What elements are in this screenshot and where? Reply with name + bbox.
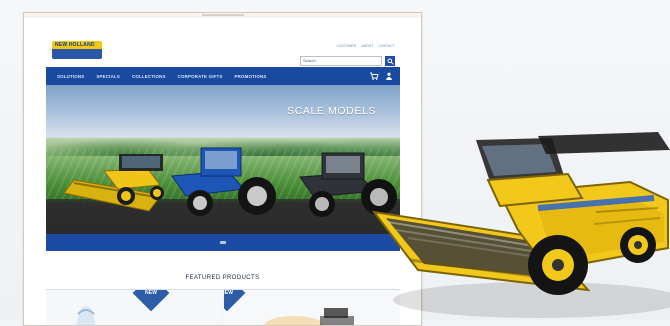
website-screenshot-card: NEW HOLLAND CUSTOMER ABOUT CONTACT Searc… (23, 12, 422, 326)
brand-logo-text: NEW HOLLAND (55, 42, 95, 48)
nav-item-specials[interactable]: SPECIALS (96, 74, 120, 79)
brand-logo[interactable]: NEW HOLLAND (52, 41, 102, 59)
utility-links: CUSTOMER ABOUT CONTACT (336, 44, 395, 48)
account-button[interactable] (384, 71, 394, 81)
util-link-contact[interactable]: CONTACT (378, 44, 395, 48)
product-tile[interactable]: NEW (46, 290, 222, 325)
browser-top-strip (24, 13, 421, 18)
user-icon (386, 72, 392, 80)
new-badge-label: NEW (224, 290, 234, 297)
search-input[interactable]: Search (300, 56, 382, 66)
nav-item-promotions[interactable]: PROMOTIONS (235, 74, 267, 79)
search-button[interactable] (385, 56, 395, 66)
nav-item-collections[interactable]: COLLECTIONS (132, 74, 166, 79)
product-image (76, 306, 96, 325)
util-link-customer[interactable]: CUSTOMER (336, 44, 356, 48)
main-navigation: SOLUTIONS SPECIALS COLLECTIONS CORPORATE… (46, 67, 400, 85)
util-link-about[interactable]: ABOUT (361, 44, 373, 48)
featured-products-strip: NEW NEW (46, 289, 400, 325)
top-strip-indicator (202, 14, 244, 16)
hero-banner: SCALE MODELS (46, 85, 400, 234)
cart-button[interactable] (369, 71, 379, 81)
cart-icon (370, 72, 379, 80)
hero-pagination (46, 234, 400, 251)
search-bar: Search (300, 56, 395, 66)
nav-item-solutions[interactable]: SOLUTIONS (57, 74, 84, 79)
pagination-dot[interactable] (220, 241, 226, 244)
combine-model-image (368, 120, 670, 320)
new-badge-label: NEW (144, 290, 158, 297)
brand-logo-band (52, 49, 102, 59)
hero-vehicles-illustration (46, 147, 400, 234)
search-icon (386, 57, 394, 65)
nav-actions (369, 71, 394, 81)
featured-products-title: FEATURED PRODUCTS (185, 275, 260, 281)
nav-item-corporate-gifts[interactable]: CORPORATE GIFTS (178, 74, 223, 79)
combine-harvester-model (371, 132, 670, 318)
